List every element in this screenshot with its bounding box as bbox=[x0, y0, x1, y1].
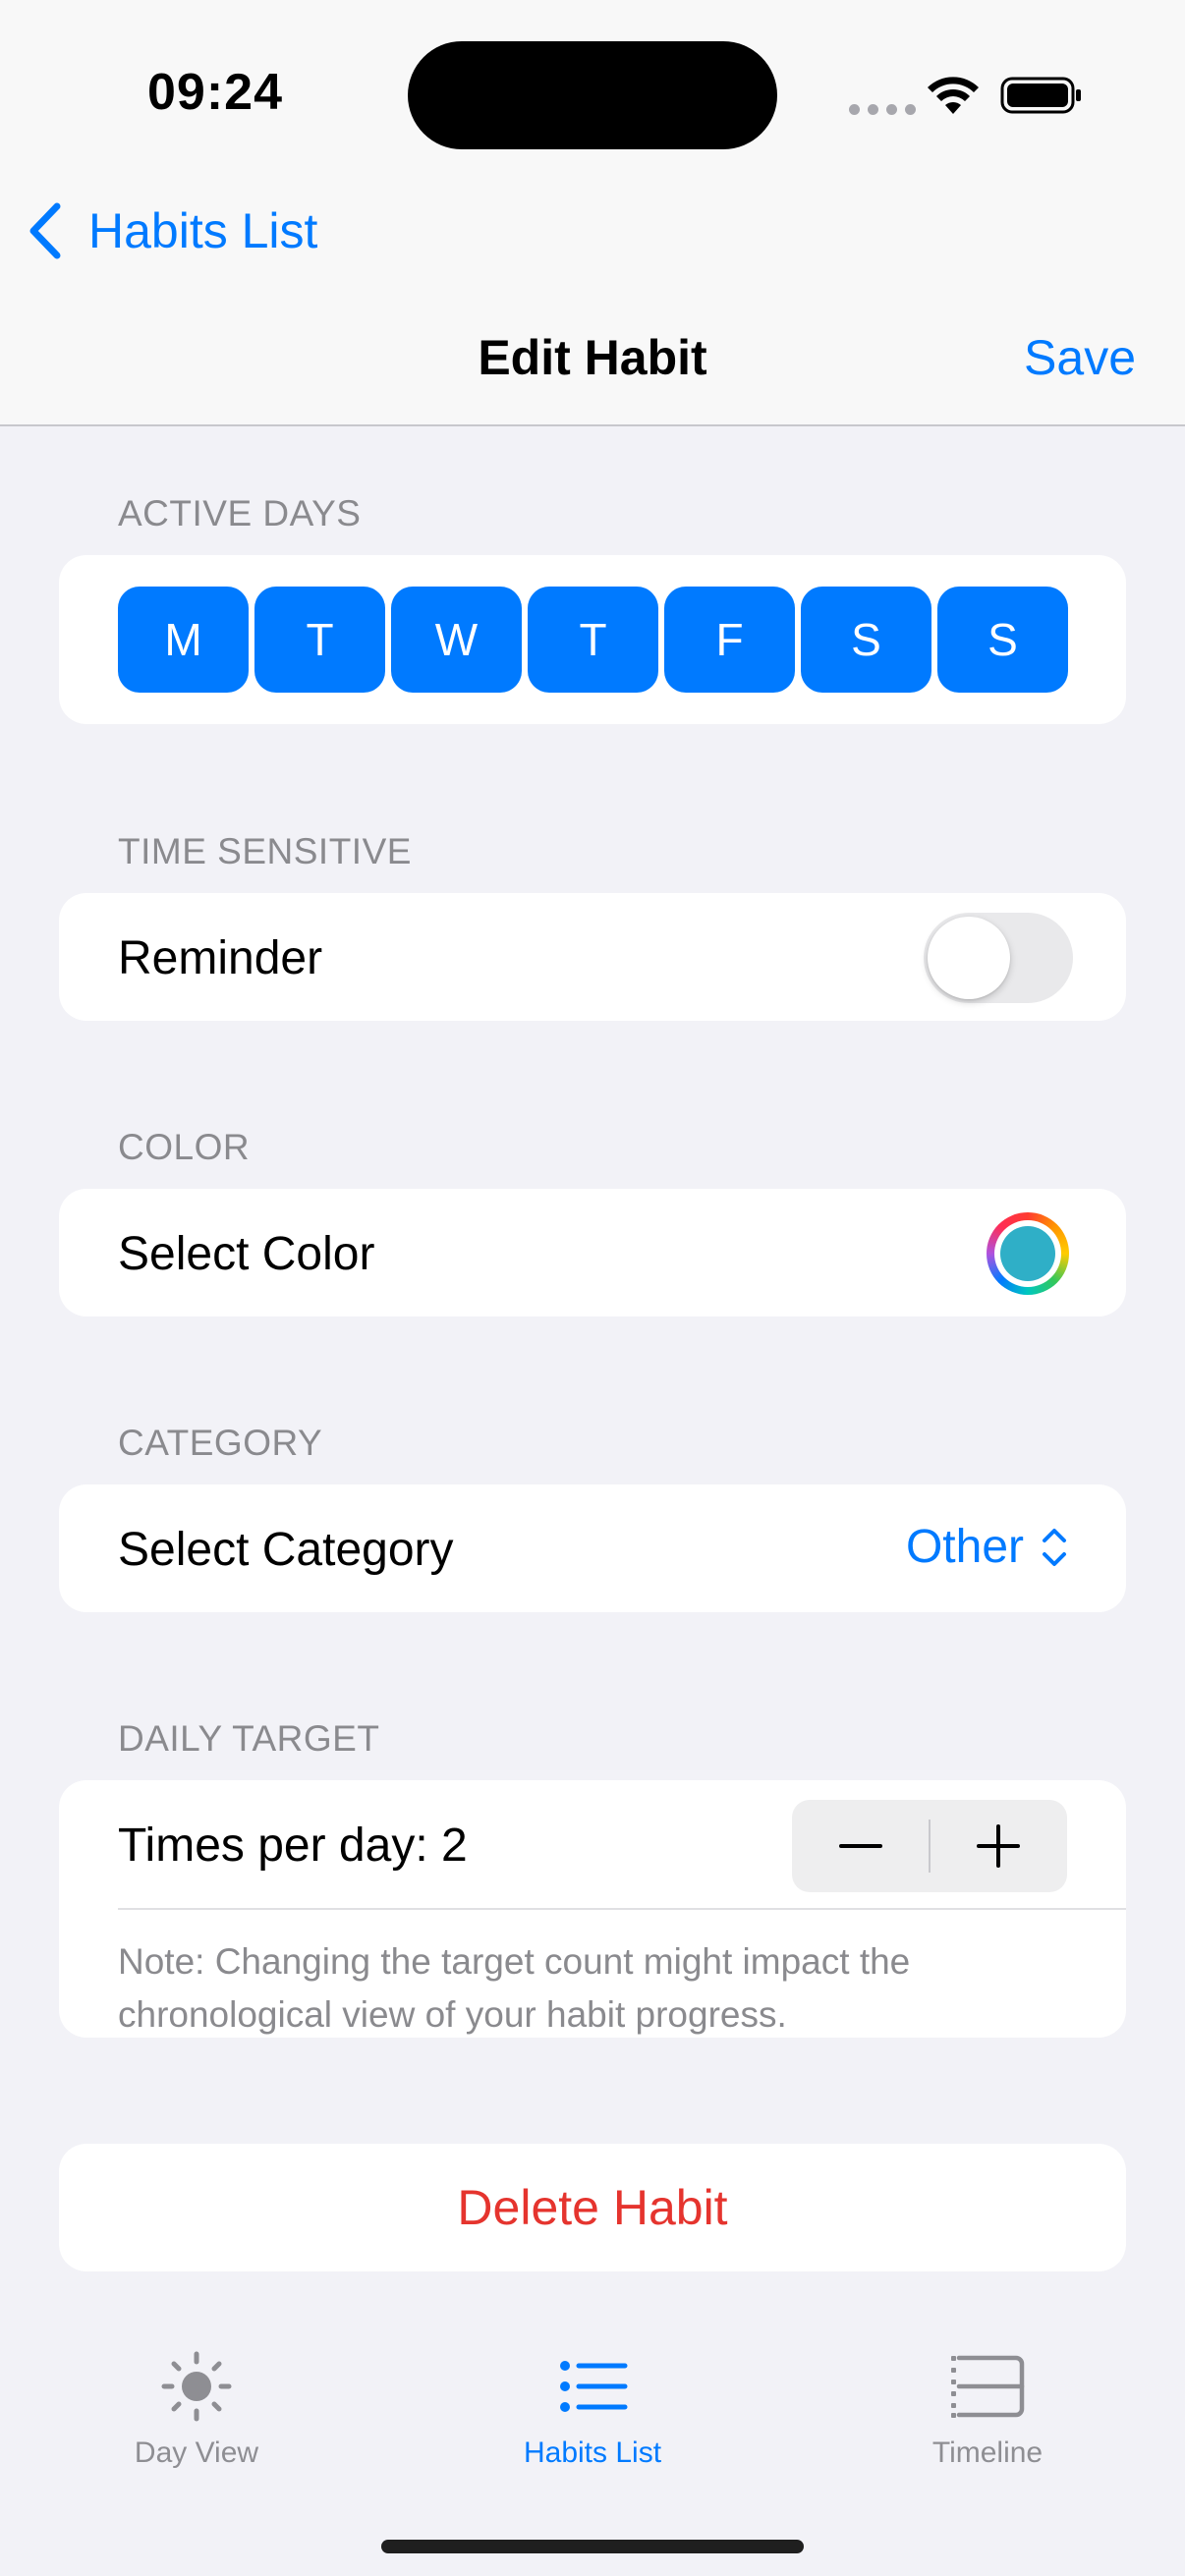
day-button-sunday[interactable]: S bbox=[937, 587, 1068, 693]
day-button-wednesday[interactable]: W bbox=[391, 587, 522, 693]
cellular-signal-icon bbox=[849, 104, 916, 115]
color-card: Select Color bbox=[59, 1189, 1126, 1316]
day-button-saturday[interactable]: S bbox=[801, 587, 931, 693]
tab-timeline[interactable]: Timeline bbox=[850, 2350, 1125, 2470]
reminder-label: Reminder bbox=[118, 932, 323, 984]
timeline-icon bbox=[951, 2355, 1025, 2418]
plus-icon bbox=[977, 1824, 1020, 1868]
screen: 09:24 Habits List Edit Habit Save ACTIVE… bbox=[0, 0, 1185, 2576]
save-button[interactable]: Save bbox=[1024, 329, 1136, 386]
section-label-active-days: ACTIVE DAYS bbox=[118, 493, 362, 533]
minus-icon bbox=[839, 1844, 882, 1848]
select-color-label: Select Color bbox=[118, 1228, 375, 1280]
navigation-bar: 09:24 Habits List Edit Habit Save bbox=[0, 0, 1185, 426]
tab-habits-list[interactable]: Habits List bbox=[455, 2350, 730, 2470]
home-indicator bbox=[381, 2540, 804, 2553]
delete-habit-button[interactable]: Delete Habit bbox=[59, 2144, 1126, 2271]
day-button-friday[interactable]: F bbox=[664, 587, 795, 693]
battery-icon bbox=[1000, 77, 1081, 114]
category-picker[interactable]: Other bbox=[906, 1520, 1069, 1574]
day-button-tuesday[interactable]: T bbox=[254, 587, 385, 693]
daily-target-card: Times per day: 2 Note: Changing the targ… bbox=[59, 1780, 1126, 2038]
tab-label: Habits List bbox=[523, 2436, 662, 2469]
category-card: Select Category Other bbox=[59, 1484, 1126, 1612]
select-category-label: Select Category bbox=[118, 1524, 454, 1576]
selected-color-swatch bbox=[1000, 1226, 1055, 1281]
tab-bar: Day View Habits List Timeline bbox=[0, 2311, 1185, 2576]
status-time: 09:24 bbox=[147, 64, 283, 121]
tab-label: Timeline bbox=[931, 2436, 1044, 2469]
day-button-monday[interactable]: M bbox=[118, 587, 249, 693]
sun-icon bbox=[161, 2351, 232, 2422]
active-days-card: M T W T F S S bbox=[59, 555, 1126, 724]
day-button-thursday[interactable]: T bbox=[528, 587, 658, 693]
chevron-up-down-icon bbox=[1043, 1528, 1066, 1566]
row-separator bbox=[118, 1908, 1126, 1910]
wifi-icon bbox=[928, 77, 979, 114]
back-button[interactable]: Habits List bbox=[26, 196, 317, 265]
tab-label: Day View bbox=[134, 2436, 259, 2469]
reminder-card: Reminder bbox=[59, 893, 1126, 1021]
dynamic-island bbox=[408, 41, 777, 149]
reminder-toggle[interactable] bbox=[924, 913, 1073, 1003]
increment-button[interactable] bbox=[930, 1800, 1067, 1892]
active-days-row: M T W T F S S bbox=[118, 587, 1068, 693]
tab-day-view[interactable]: Day View bbox=[59, 2350, 334, 2470]
section-label-category: CATEGORY bbox=[118, 1423, 323, 1463]
stepper-divider bbox=[929, 1820, 931, 1873]
color-well[interactable] bbox=[987, 1212, 1069, 1295]
section-label-time-sensitive: TIME SENSITIVE bbox=[118, 831, 412, 871]
page-title: Edit Habit bbox=[478, 330, 707, 385]
target-change-note: Note: Changing the target count might im… bbox=[118, 1941, 911, 2035]
section-label-color: COLOR bbox=[118, 1127, 251, 1167]
decrement-button[interactable] bbox=[792, 1800, 930, 1892]
toggle-knob bbox=[928, 917, 1010, 999]
chevron-left-icon bbox=[29, 202, 61, 259]
times-per-day-label: Times per day: 2 bbox=[118, 1820, 468, 1872]
times-per-day-stepper bbox=[792, 1800, 1067, 1892]
list-icon bbox=[560, 2361, 628, 2412]
back-button-label: Habits List bbox=[88, 203, 318, 258]
category-picker-value: Other bbox=[905, 1521, 1024, 1573]
section-label-daily-target: DAILY TARGET bbox=[118, 1718, 380, 1759]
